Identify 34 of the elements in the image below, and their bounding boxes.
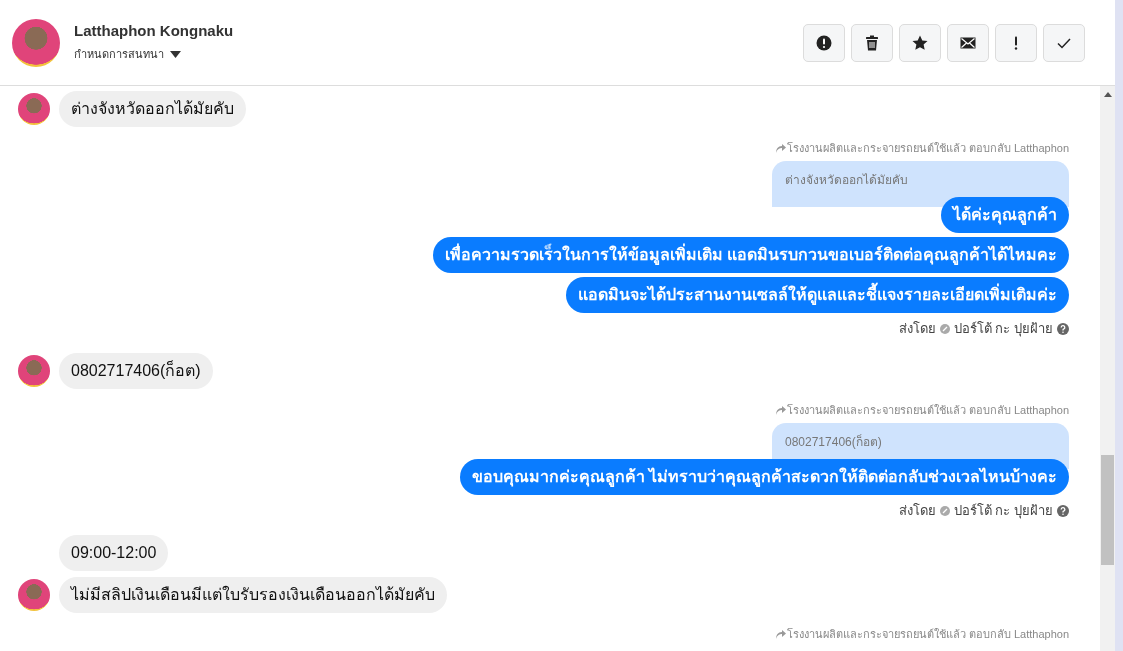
message-bubble: แอดมินจะได้ประสานงานเซลล์ให้ดูแลและชี้แจงรายละเอียดเพิ่มเติมค่ะ <box>566 277 1069 313</box>
reply-note: โรงงานผลิตและกระจายรถยนต์ใช้แล้ว ตอบกลับ Latthaphon <box>786 403 1069 418</box>
avatar-placeholder <box>12 18 60 67</box>
trash-icon <box>864 34 880 51</box>
sender-name: ปอร์โต้ กะ ปุยฝ้าย <box>953 502 1053 521</box>
sent-by-label: ส่งโดย <box>898 320 936 338</box>
toolbar-button[interactable] <box>947 23 989 62</box>
toolbar-button[interactable] <box>851 23 893 62</box>
message-bubble: 09:00-12:00 <box>59 535 169 571</box>
reply-note: โรงงานผลิตและกระจายรถยนต์ใช้แล้ว ตอบกลับ Latthaphon <box>786 141 1069 156</box>
reply-arrow-icon <box>775 629 786 639</box>
message-bubble: 0802717406(ก็อต) <box>59 353 213 389</box>
toolbar-button[interactable] <box>803 23 845 62</box>
help-icon <box>1057 504 1069 517</box>
message-bubble: ได้ค่ะคุณลูกค้า <box>941 197 1069 233</box>
reply-arrow-icon <box>775 143 786 153</box>
caret-icon[interactable] <box>170 50 181 58</box>
reply-arrow-icon <box>775 405 786 415</box>
sender-name: ปอร์โต้ กะ ปุยฝ้าย <box>953 320 1053 339</box>
message-bubble: ไม่มีสลิปเงินเดือนมีแต่ใบรับรองเงินเดือนออกได้มัยคับ <box>59 577 447 613</box>
message-bubble: เพื่อความรวดเร็วในการให้ข้อมูลเพิ่มเติม แอดมินรบกวนขอเบอร์ติดต่อคุณลูกค้าได้ไหมคะ <box>432 237 1069 273</box>
alert-circle-icon <box>816 34 832 51</box>
scrollbar-thumb[interactable] <box>1101 455 1114 565</box>
help-icon <box>1057 322 1069 335</box>
message-bubble: ขอบคุณมากค่ะคุณลูกค้า ไม่ทราบว่าคุณลูกค้าสะดวกให้ติดต่อกลับช่วงเวลไหนบ้างคะ <box>459 459 1069 495</box>
star-icon <box>912 34 928 51</box>
contact-name: Latthaphon Kongnaku <box>74 22 235 39</box>
scrollbar[interactable] <box>1100 86 1115 651</box>
toolbar-button[interactable] <box>899 23 941 62</box>
conversation-menu[interactable]: กำหนดการสนทนา <box>74 45 164 63</box>
scroll-up-icon[interactable] <box>1103 92 1112 97</box>
reply-note: โรงงานผลิตและกระจายรถยนต์ใช้แล้ว ตอบกลับ Latthaphon <box>786 627 1069 642</box>
sent-by-label: ส่งโดย <box>898 502 936 520</box>
message-bubble: ต่างจังหวัดออกได้มัยคับ <box>59 91 246 127</box>
